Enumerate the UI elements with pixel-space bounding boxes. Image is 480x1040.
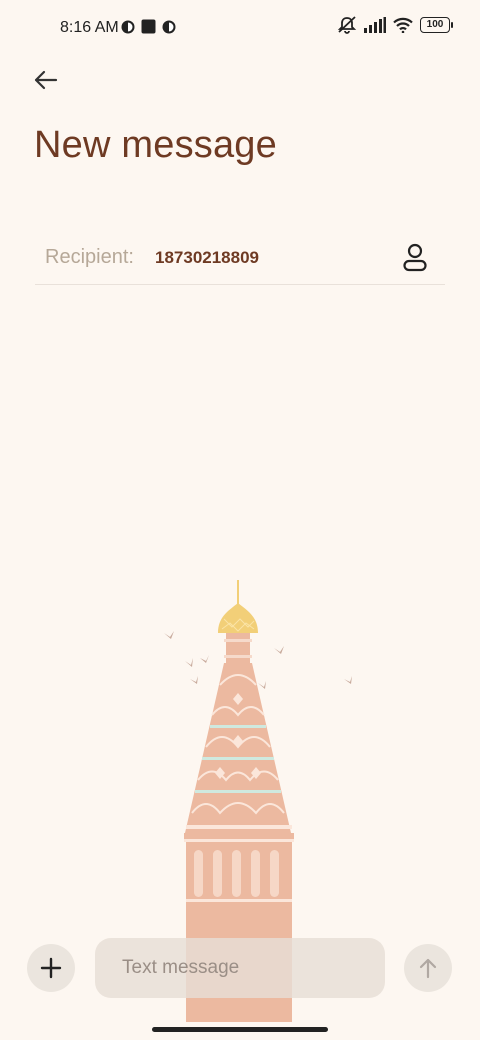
message-input[interactable]: Text message: [95, 938, 385, 998]
arrow-up-icon: [419, 958, 437, 979]
status-bar: 8:16 AM 100: [0, 0, 480, 56]
send-button[interactable]: [404, 944, 452, 992]
signal-icon: [364, 17, 386, 33]
birds-decoration: [164, 631, 352, 689]
arrow-left-icon: [34, 70, 58, 90]
recipient-value[interactable]: 18730218809: [155, 248, 259, 268]
square-notification-icon: [141, 19, 156, 34]
muted-bell-icon: [337, 16, 357, 34]
app-notification-icon: [162, 20, 176, 33]
contacts-button[interactable]: [401, 242, 429, 272]
person-icon: [403, 243, 427, 272]
recipient-field[interactable]: Recipient: 18730218809: [35, 232, 445, 285]
status-notification-icons: [121, 19, 176, 34]
back-button[interactable]: [30, 64, 62, 96]
attach-button[interactable]: [27, 944, 75, 992]
wifi-icon: [393, 17, 413, 33]
app-notification-icon: [121, 20, 135, 33]
plus-icon: [40, 957, 62, 979]
page-title: New message: [34, 124, 277, 166]
battery-icon: 100: [420, 17, 453, 33]
status-system-icons: 100: [337, 16, 453, 34]
home-indicator[interactable]: [152, 1027, 328, 1032]
battery-level: 100: [426, 19, 444, 30]
status-time: 8:16 AM: [60, 19, 119, 36]
recipient-label: Recipient:: [45, 246, 134, 268]
message-composer: Text message: [0, 930, 480, 1006]
